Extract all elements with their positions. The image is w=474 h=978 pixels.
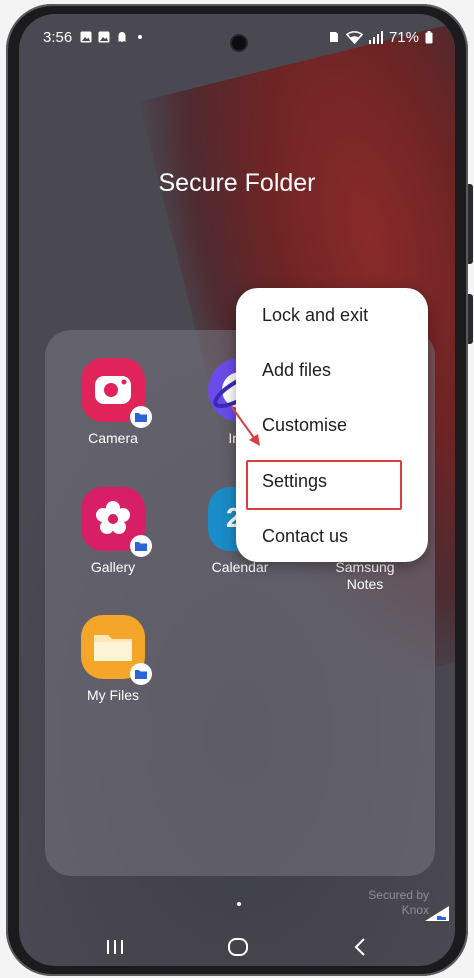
menu-item-customise[interactable]: Customise bbox=[262, 415, 347, 436]
home-icon[interactable] bbox=[227, 937, 249, 957]
knox-logo-icon bbox=[425, 906, 449, 921]
status-time: 3:56 bbox=[43, 28, 73, 46]
image-icon bbox=[80, 31, 92, 43]
secure-folder-badge-icon bbox=[130, 535, 152, 557]
recent-apps-icon[interactable] bbox=[105, 939, 125, 955]
volume-button bbox=[468, 184, 473, 264]
back-icon[interactable] bbox=[353, 938, 367, 956]
status-bar: 3:56 71% bbox=[43, 26, 433, 48]
knox-line1: Secured by bbox=[368, 888, 429, 902]
navigation-bar bbox=[19, 930, 455, 964]
battery-percent: 71% bbox=[388, 28, 419, 46]
signal-icon bbox=[368, 30, 383, 44]
menu-item-lock-and-exit[interactable]: Lock and exit bbox=[262, 305, 368, 326]
app-label-line2: Notes bbox=[346, 576, 384, 592]
app-label: Gallery bbox=[90, 559, 136, 575]
menu-item-contact-us[interactable]: Contact us bbox=[262, 526, 348, 547]
screen: 3:56 71% Secure Folder Camera Gallery 2 … bbox=[19, 14, 455, 966]
flower-icon bbox=[81, 487, 152, 557]
page-title: Secure Folder bbox=[158, 169, 316, 197]
secured-by-knox: Secured by Knox bbox=[368, 888, 429, 918]
app-gallery[interactable]: Gallery bbox=[63, 487, 163, 576]
sim-icon bbox=[329, 32, 338, 42]
battery-icon bbox=[425, 30, 433, 43]
annotation-arrow-icon bbox=[230, 405, 260, 446]
app-label: My Files bbox=[86, 687, 140, 703]
app-label: Samsung Notes bbox=[315, 559, 415, 593]
secure-folder-badge-icon bbox=[130, 663, 152, 685]
app-label: Camera bbox=[88, 430, 138, 446]
image-icon bbox=[98, 31, 110, 43]
status-right: 71% bbox=[328, 29, 433, 46]
folder-icon bbox=[81, 615, 152, 685]
secure-folder-badge-icon bbox=[130, 406, 152, 428]
dot-icon bbox=[138, 35, 143, 39]
app-my-files[interactable]: My Files bbox=[63, 615, 163, 704]
phone-frame: 3:56 71% Secure Folder Camera Gallery 2 … bbox=[6, 4, 473, 976]
camera-icon bbox=[81, 358, 152, 428]
knox-line2: Knox bbox=[401, 903, 429, 917]
menu-item-add-files[interactable]: Add files bbox=[262, 360, 331, 381]
page-indicator bbox=[237, 902, 241, 906]
power-button bbox=[468, 294, 473, 344]
app-camera[interactable]: Camera bbox=[63, 358, 163, 447]
ghost-icon bbox=[118, 32, 126, 42]
wifi-icon bbox=[345, 31, 363, 44]
menu-item-settings[interactable]: Settings bbox=[262, 471, 327, 492]
